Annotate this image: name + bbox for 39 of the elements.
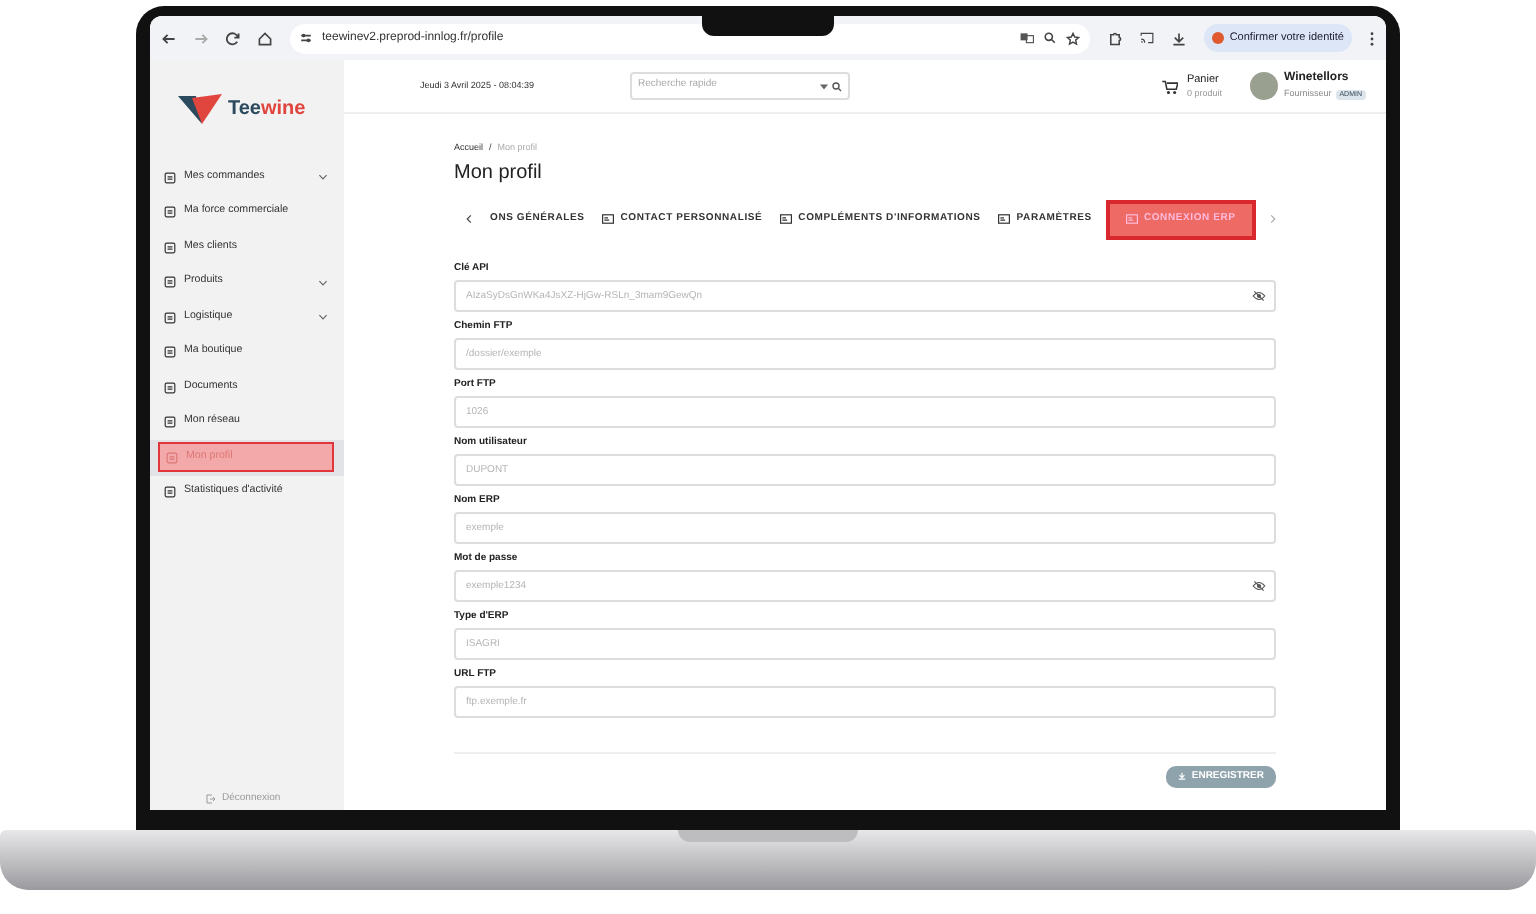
page-icon <box>164 276 176 289</box>
download-icon[interactable] <box>1171 31 1186 45</box>
page-icon <box>164 206 176 219</box>
logout-icon <box>206 793 216 804</box>
save-icon <box>1177 772 1186 781</box>
avatar <box>1249 72 1278 100</box>
zoom-icon[interactable] <box>1043 32 1056 44</box>
page-icon <box>166 451 178 464</box>
page-icon <box>164 346 176 359</box>
logo-text: Teewine <box>228 96 306 124</box>
back-icon[interactable] <box>162 31 176 45</box>
page-icon <box>164 486 176 499</box>
caret-icon <box>820 83 828 89</box>
search-icon[interactable] <box>832 81 842 91</box>
cast-icon[interactable] <box>1139 32 1154 44</box>
page-icon <box>164 381 176 394</box>
home-icon[interactable] <box>258 31 272 45</box>
star-icon[interactable] <box>1065 31 1080 45</box>
profile-avatar-icon <box>1211 32 1224 44</box>
eye-off-icon[interactable] <box>1252 289 1266 302</box>
chevron-down-icon[interactable] <box>318 314 328 321</box>
page-icon <box>164 311 176 324</box>
tune-icon[interactable] <box>300 32 312 44</box>
eye-off-icon[interactable] <box>1252 579 1266 592</box>
page-icon <box>164 416 176 429</box>
cart-icon[interactable] <box>1162 79 1179 93</box>
logo-icon <box>178 93 222 125</box>
chevron-down-icon[interactable] <box>318 279 328 286</box>
page-icon <box>164 241 176 254</box>
page-title: Mon profil <box>454 159 544 188</box>
page-icon <box>164 171 176 184</box>
tab-icon <box>780 214 793 225</box>
chevron-down-icon[interactable] <box>318 174 328 181</box>
tab-icon <box>1125 214 1138 225</box>
puzzle-icon[interactable] <box>1107 31 1122 45</box>
tab-icon <box>602 214 615 225</box>
chevron-left-icon[interactable] <box>466 214 472 225</box>
reload-icon[interactable] <box>226 31 240 45</box>
tab-icon <box>998 214 1011 225</box>
